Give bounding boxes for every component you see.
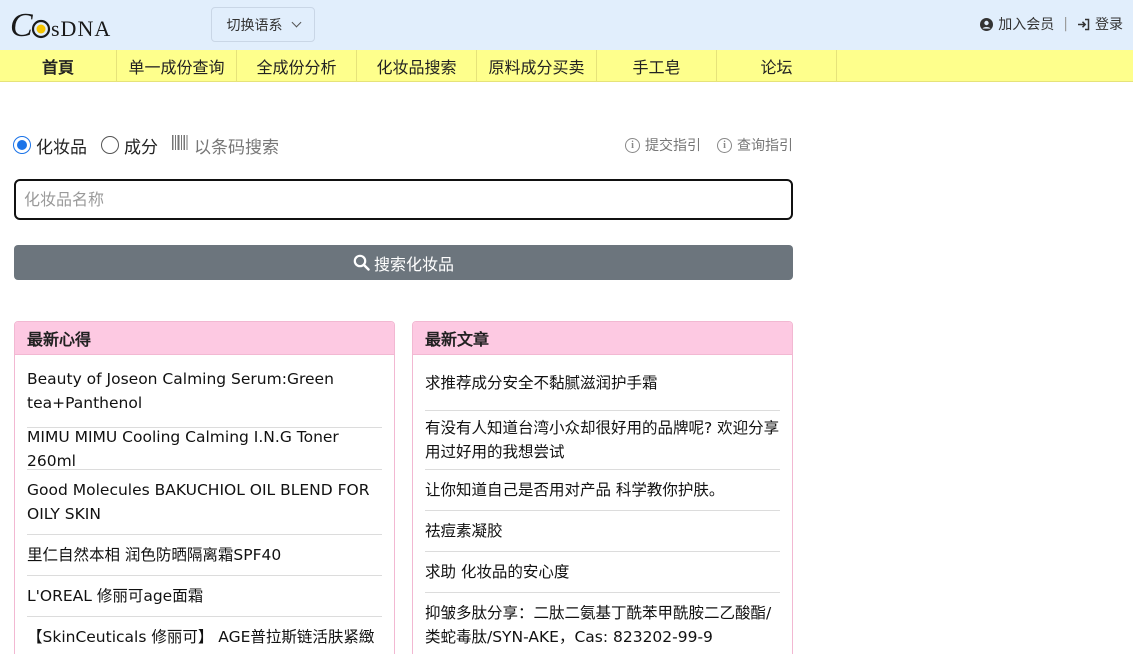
sign-in-icon bbox=[1077, 18, 1090, 31]
option-cosmetic[interactable]: 化妆品 bbox=[13, 133, 87, 158]
radio-ingredient[interactable] bbox=[101, 136, 119, 154]
article-item[interactable]: 抑皱多肽分享：二肽二氨基丁酰苯甲酰胺二乙酸酯/类蛇毒肽/SYN-AKE，Cas:… bbox=[425, 593, 780, 654]
link-divider: | bbox=[1063, 16, 1068, 32]
query-guide-link[interactable]: i 查询指引 bbox=[717, 135, 793, 155]
search-cosmetic-button[interactable]: 搜索化妆品 bbox=[14, 245, 793, 280]
review-item[interactable]: Good Molecules BAKUCHIOL OIL BLEND FOR O… bbox=[27, 470, 382, 535]
login-label: 登录 bbox=[1095, 17, 1123, 33]
nav-full-analysis[interactable]: 全成份分析 bbox=[237, 50, 357, 82]
search-options: 化妆品 成分 以条码搜索 i 提交指引 i 查询指引 bbox=[13, 132, 793, 158]
language-switch-label: 切换语系 bbox=[226, 17, 283, 34]
article-item[interactable]: 让你知道自己是否用对产品 科学教你护肤。 bbox=[425, 470, 780, 511]
query-guide-label: 查询指引 bbox=[737, 138, 793, 154]
latest-articles-title: 最新文章 bbox=[413, 322, 792, 355]
nav-forum[interactable]: 论坛 bbox=[717, 50, 837, 82]
nav-cosmetic-search[interactable]: 化妆品搜索 bbox=[357, 50, 477, 82]
submit-guide-link[interactable]: i 提交指引 bbox=[625, 135, 701, 155]
option-ingredient-label: 成分 bbox=[124, 137, 158, 158]
review-item[interactable]: Beauty of Joseon Calming Serum:Green tea… bbox=[27, 355, 382, 428]
barcode-icon bbox=[172, 135, 188, 155]
search-icon bbox=[353, 254, 370, 271]
latest-reviews-panel: 最新心得 Beauty of Joseon Calming Serum:Gree… bbox=[14, 321, 395, 654]
barcode-search-label: 以条码搜索 bbox=[194, 137, 279, 158]
search-button-label: 搜索化妆品 bbox=[373, 254, 454, 274]
top-header: C sDNA 切换语系 加入会员 | 登录 bbox=[0, 0, 1133, 50]
chevron-down-icon bbox=[291, 17, 301, 28]
nav-home[interactable]: 首頁 bbox=[0, 50, 117, 82]
user-links: 加入会员 | 登录 bbox=[980, 14, 1123, 34]
search-input[interactable] bbox=[14, 179, 793, 220]
option-cosmetic-label: 化妆品 bbox=[36, 137, 87, 158]
user-circle-icon bbox=[980, 17, 994, 31]
review-item[interactable]: 【SkinCeuticals 修丽可】 AGE普拉斯链活肤紧緻 bbox=[27, 617, 382, 654]
article-item[interactable]: 祛痘素凝胶 bbox=[425, 511, 780, 552]
svg-text:sDNA: sDNA bbox=[51, 16, 111, 41]
latest-reviews-title: 最新心得 bbox=[15, 322, 394, 355]
article-item[interactable]: 有没有人知道台湾小众却很好用的品牌呢? 欢迎分享用过好用的我想尝试 bbox=[425, 411, 780, 470]
radio-cosmetic[interactable] bbox=[13, 136, 31, 154]
nav-handmade-soap[interactable]: 手工皂 bbox=[597, 50, 717, 82]
svg-text:C: C bbox=[10, 8, 33, 42]
nav-single-ingredient[interactable]: 单一成份查询 bbox=[117, 50, 237, 82]
main-nav: 首頁 单一成份查询 全成份分析 化妆品搜索 原料成分买卖 手工皂 论坛 bbox=[0, 50, 1133, 82]
info-icon: i bbox=[625, 137, 640, 153]
nav-raw-material-trade[interactable]: 原料成分买卖 bbox=[477, 50, 597, 82]
cosdna-logo[interactable]: C sDNA bbox=[10, 6, 132, 44]
login-link[interactable]: 登录 bbox=[1077, 14, 1123, 34]
language-switch-button[interactable]: 切换语系 bbox=[211, 7, 315, 42]
join-member-link[interactable]: 加入会员 bbox=[980, 14, 1054, 34]
logo-icon: C sDNA bbox=[10, 8, 111, 42]
submit-guide-label: 提交指引 bbox=[645, 138, 701, 154]
join-member-label: 加入会员 bbox=[998, 17, 1055, 33]
article-item[interactable]: 求助 化妆品的安心度 bbox=[425, 552, 780, 593]
search-guides: i 提交指引 i 查询指引 bbox=[625, 135, 793, 155]
latest-reviews-list: Beauty of Joseon Calming Serum:Green tea… bbox=[15, 355, 394, 654]
latest-articles-panel: 最新文章 求推荐成分安全不黏腻滋润护手霜 有没有人知道台湾小众却很好用的品牌呢?… bbox=[412, 321, 793, 654]
review-item[interactable]: MIMU MIMU Cooling Calming I.N.G Toner 26… bbox=[27, 428, 382, 470]
review-item[interactable]: L'OREAL 修丽可age面霜 bbox=[27, 576, 382, 617]
review-item[interactable]: 里仁自然本相 润色防晒隔离霜SPF40 bbox=[27, 535, 382, 576]
info-icon: i bbox=[717, 137, 732, 153]
option-ingredient[interactable]: 成分 bbox=[101, 133, 158, 158]
latest-articles-list: 求推荐成分安全不黏腻滋润护手霜 有没有人知道台湾小众却很好用的品牌呢? 欢迎分享… bbox=[413, 355, 792, 654]
barcode-search-link[interactable]: 以条码搜索 bbox=[172, 133, 279, 158]
article-item[interactable]: 求推荐成分安全不黏腻滋润护手霜 bbox=[425, 355, 780, 411]
